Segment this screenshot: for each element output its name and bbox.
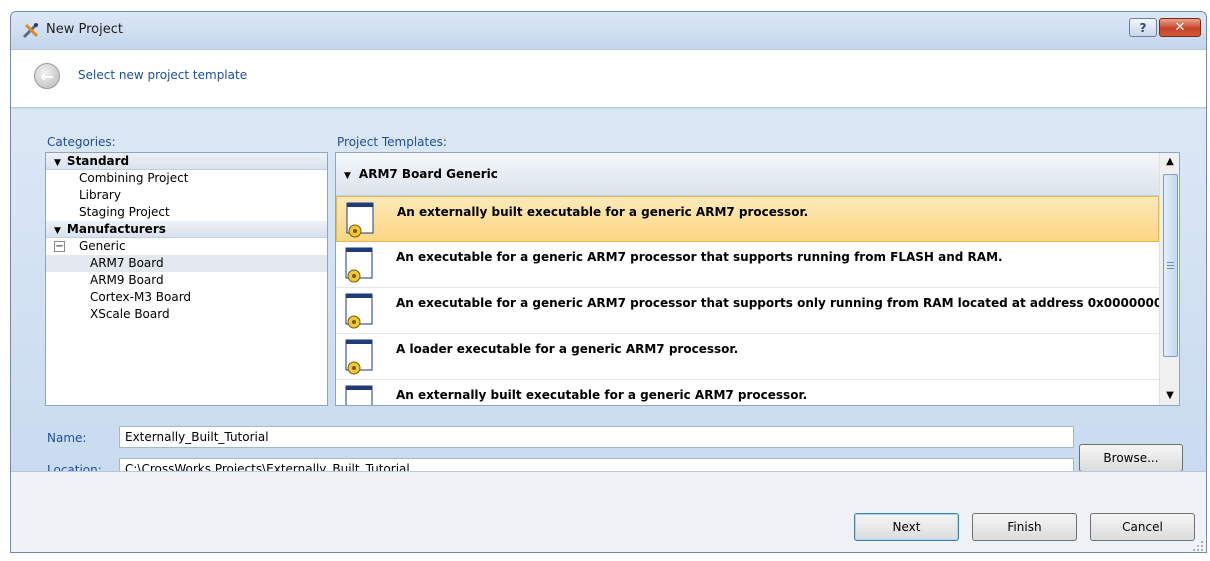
grip-icon [1167, 262, 1174, 269]
category-item[interactable]: Library [46, 187, 327, 204]
collapse-triangle-icon: ▼ [344, 171, 351, 181]
categories-label: Categories: [47, 135, 116, 149]
resize-grip-icon[interactable] [1192, 540, 1204, 552]
scroll-down-icon[interactable]: ▼ [1160, 387, 1179, 404]
template-label: An externally built executable for a gen… [396, 388, 808, 402]
tree-collapse-icon[interactable]: − [54, 241, 65, 252]
help-button[interactable]: ? [1129, 18, 1157, 37]
name-field[interactable]: Externally_Built_Tutorial [119, 426, 1074, 448]
scroll-up-icon[interactable]: ▲ [1160, 153, 1179, 170]
templates-scrollbar[interactable]: ▲ ▼ [1159, 153, 1179, 405]
wizard-footer: Next Finish Cancel [11, 471, 1206, 552]
next-button[interactable]: Next [854, 513, 959, 541]
window-title: New Project [46, 22, 123, 37]
name-label: Name: [47, 431, 87, 445]
category-item[interactable]: XScale Board [46, 306, 327, 323]
executable-gear-icon [346, 202, 374, 238]
new-project-dialog: New Project ? ✕ ← Select new project tem… [10, 11, 1207, 553]
wizard-step-title: Select new project template [78, 68, 248, 82]
template-item[interactable]: An externally built executable for a gen… [336, 380, 1159, 405]
executable-gear-icon [345, 385, 373, 405]
template-item[interactable]: A loader executable for a generic ARM7 p… [336, 334, 1159, 380]
cancel-button[interactable]: Cancel [1090, 513, 1195, 541]
title-bar: New Project ? ✕ [11, 12, 1206, 49]
executable-gear-icon [345, 339, 373, 375]
template-group-header[interactable]: ▼ ARM7 Board Generic [336, 153, 1159, 196]
template-label: A loader executable for a generic ARM7 p… [396, 342, 739, 356]
executable-gear-icon [345, 293, 373, 329]
template-item-selected[interactable]: An externally built executable for a gen… [336, 196, 1159, 242]
category-node-generic[interactable]: − Generic [46, 238, 327, 255]
finish-button[interactable]: Finish [972, 513, 1077, 541]
browse-button[interactable]: Browse... [1079, 444, 1183, 472]
category-item[interactable]: Staging Project [46, 204, 327, 221]
scrollbar-thumb[interactable] [1163, 174, 1178, 357]
category-group-manufacturers[interactable]: ▼ Manufacturers [46, 221, 327, 238]
category-group-standard[interactable]: ▼ Standard [46, 153, 327, 170]
category-item[interactable]: Combining Project [46, 170, 327, 187]
back-arrow-icon[interactable]: ← [34, 63, 60, 89]
wizard-header: ← Select new project template [11, 49, 1206, 108]
template-item[interactable]: An executable for a generic ARM7 process… [336, 288, 1175, 334]
template-item[interactable]: An executable for a generic ARM7 process… [336, 242, 1159, 288]
project-templates-label: Project Templates: [337, 135, 447, 149]
category-item[interactable]: Cortex-M3 Board [46, 289, 327, 306]
project-templates-list[interactable]: ▼ ARM7 Board Generic An externally built … [335, 152, 1180, 406]
categories-tree[interactable]: ▼ Standard Combining Project Library Stag… [45, 152, 328, 406]
category-item-arm7-board[interactable]: ARM7 Board [46, 255, 327, 272]
template-label: An externally built executable for a gen… [397, 205, 809, 219]
template-label: An executable for a generic ARM7 process… [396, 250, 1003, 264]
wizard-content: Categories: Project Templates: ▼ Standard… [11, 109, 1206, 480]
close-button[interactable]: ✕ [1159, 18, 1201, 37]
crossworks-app-icon [22, 23, 39, 39]
executable-gear-icon [345, 247, 373, 283]
template-label: An executable for a generic ARM7 process… [396, 296, 1176, 310]
category-item[interactable]: ARM9 Board [46, 272, 327, 289]
